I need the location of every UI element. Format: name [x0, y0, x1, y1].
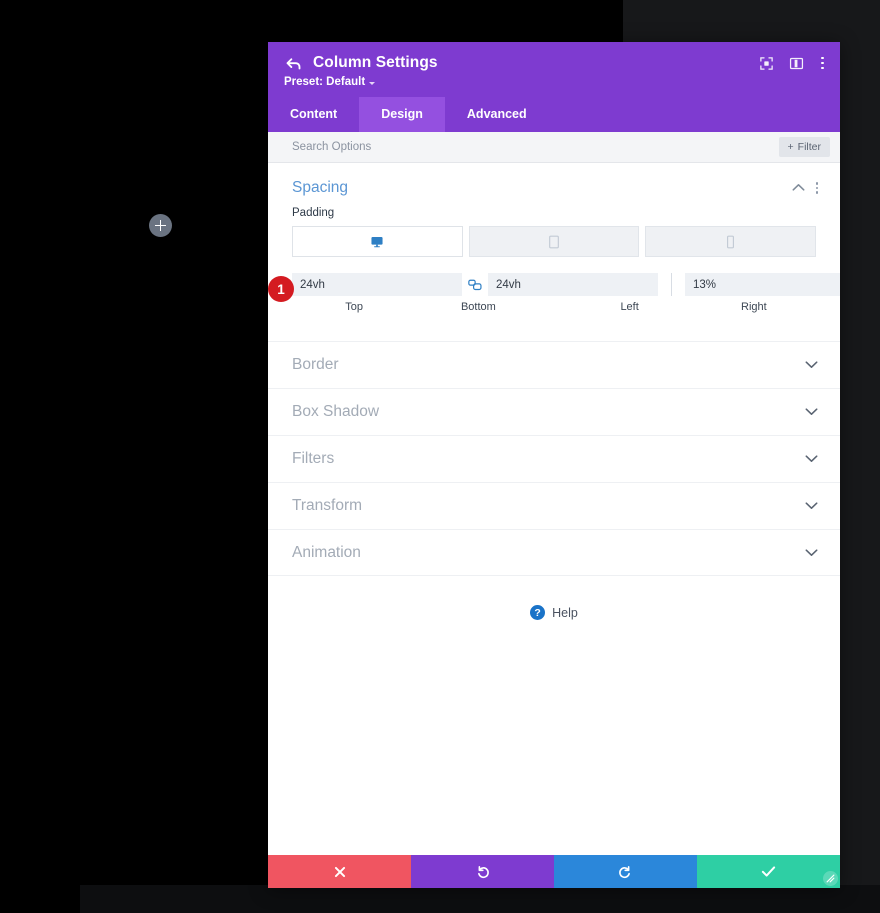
- modal-header-title-row: Column Settings: [284, 54, 824, 72]
- section-filters-label: Filters: [292, 450, 335, 467]
- plus-icon-vertical: [159, 220, 162, 231]
- tab-content[interactable]: Content: [268, 97, 359, 132]
- modal-header: Column Settings Preset: Default: [268, 42, 840, 97]
- save-button[interactable]: [697, 855, 840, 888]
- undo-icon: [478, 866, 489, 879]
- canvas-add-module-button[interactable]: [149, 214, 172, 237]
- section-spacing-menu-icon[interactable]: [815, 181, 818, 195]
- tab-advanced[interactable]: Advanced: [445, 97, 549, 132]
- chevron-down-icon[interactable]: [805, 356, 818, 374]
- responsive-device-tabs: [292, 226, 817, 257]
- padding-group-vertical: [292, 273, 658, 296]
- preset-selector[interactable]: Preset: Default: [284, 76, 824, 88]
- section-transform-label: Transform: [292, 497, 363, 514]
- redo-icon: [619, 866, 630, 879]
- kebab-menu-icon[interactable]: [817, 55, 828, 71]
- section-filters[interactable]: Filters: [268, 435, 840, 482]
- device-tab-tablet[interactable]: [468, 226, 640, 257]
- chevron-down-icon[interactable]: [805, 544, 818, 562]
- check-icon: [761, 866, 776, 877]
- plus-icon: +: [787, 141, 794, 153]
- page-title: Column Settings: [313, 54, 438, 71]
- device-tab-desktop[interactable]: [292, 226, 463, 257]
- padding-field-label: Padding: [292, 207, 335, 219]
- collapsed-sections: Border Box Shadow Filters Transform Anim…: [268, 341, 840, 576]
- modal-body: Spacing Padding 24vh 24vh 13% Top Bottom…: [268, 163, 840, 855]
- padding-left-label: Left: [620, 301, 639, 313]
- desktop-icon: [371, 236, 383, 247]
- padding-inputs-row: [292, 273, 840, 296]
- padding-bottom-label: Bottom: [460, 301, 496, 313]
- cancel-button[interactable]: [268, 855, 411, 888]
- close-x-icon: [334, 866, 345, 877]
- help-link[interactable]: ? Help: [268, 605, 840, 620]
- tablet-icon: [549, 235, 559, 248]
- search-input[interactable]: [292, 141, 669, 153]
- section-box-shadow[interactable]: Box Shadow: [268, 388, 840, 435]
- section-transform[interactable]: Transform: [268, 482, 840, 529]
- back-arrow-icon[interactable]: [284, 54, 302, 72]
- section-spacing-controls: [792, 179, 818, 197]
- panel-layout-icon[interactable]: [787, 54, 805, 72]
- help-question-icon: ?: [530, 605, 546, 620]
- expand-view-icon[interactable]: [757, 54, 775, 72]
- chevron-down-icon[interactable]: [805, 403, 818, 421]
- section-box-shadow-label: Box Shadow: [292, 403, 380, 420]
- section-border-label: Border: [292, 356, 339, 373]
- preset-label: Preset: Default: [284, 76, 366, 88]
- editor-canvas-bottom-strip: [0, 885, 880, 913]
- padding-group-horizontal: [685, 273, 840, 296]
- search-options-bar: + Filter: [268, 132, 840, 163]
- chevron-up-icon[interactable]: [792, 179, 805, 197]
- chevron-down-icon: [369, 81, 376, 85]
- phone-icon: [727, 235, 735, 248]
- padding-label-spacer: [541, 301, 568, 313]
- chevron-down-icon[interactable]: [805, 497, 818, 515]
- section-border[interactable]: Border: [268, 341, 840, 388]
- redo-button[interactable]: [554, 855, 697, 888]
- section-spacing: Spacing Padding 24vh 24vh 13% Top Bottom…: [268, 163, 840, 313]
- resize-grip-icon[interactable]: [823, 871, 838, 886]
- help-label: Help: [552, 605, 578, 620]
- section-animation-label: Animation: [292, 543, 361, 561]
- filter-button[interactable]: + Filter: [778, 137, 830, 157]
- editor-canvas-bottom-left: [0, 885, 80, 913]
- modal-footer-actions: [268, 855, 840, 888]
- section-animation[interactable]: Animation: [268, 529, 840, 576]
- padding-left-input[interactable]: [685, 273, 840, 296]
- modal-header-actions: [757, 54, 828, 72]
- filter-button-label: Filter: [797, 141, 821, 153]
- padding-labels-row: Top Bottom Left Right: [292, 301, 816, 313]
- padding-top-input[interactable]: [292, 273, 462, 296]
- padding-top-label: Top: [345, 301, 363, 313]
- tab-design[interactable]: Design: [359, 97, 445, 132]
- section-spacing-title: Spacing: [292, 179, 349, 196]
- section-spacing-header[interactable]: Spacing: [268, 163, 840, 205]
- modal-tabs: Content Design Advanced: [268, 97, 840, 132]
- step-badge-1: 1: [268, 276, 294, 302]
- padding-right-label: Right: [741, 301, 767, 313]
- link-chain-icon-vertical[interactable]: [462, 279, 488, 291]
- padding-bottom-input[interactable]: [488, 273, 658, 296]
- padding-divider: [671, 273, 672, 296]
- chevron-down-icon[interactable]: [805, 450, 818, 468]
- device-tab-phone[interactable]: [645, 226, 817, 257]
- column-settings-modal: Column Settings Preset: Default Content …: [268, 42, 840, 888]
- undo-button[interactable]: [411, 855, 554, 888]
